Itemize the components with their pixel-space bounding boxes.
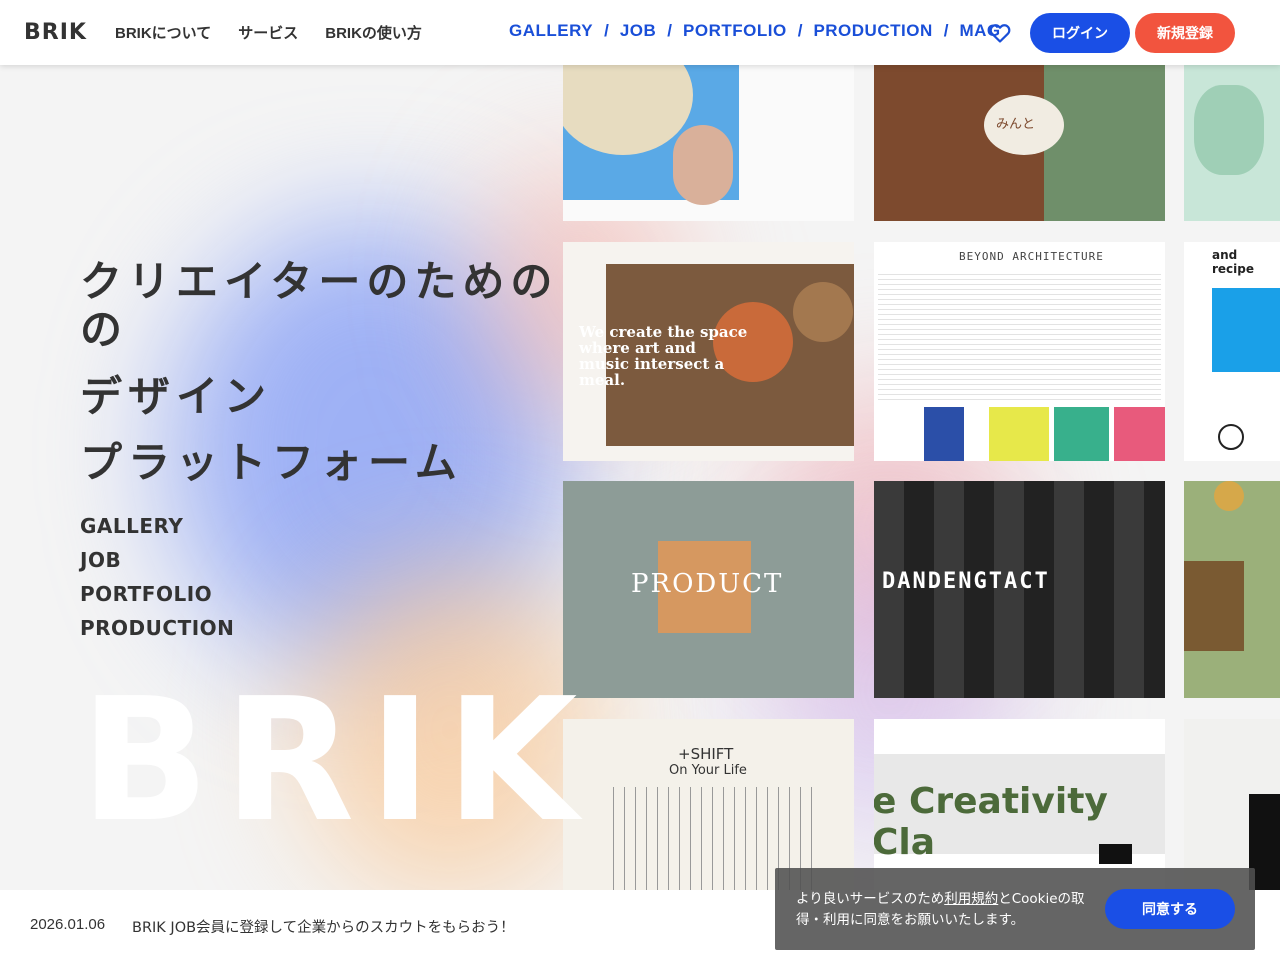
news-date: 2026.01.06 xyxy=(30,916,106,933)
nav-job[interactable]: JOB xyxy=(620,21,656,41)
tile-caption: PRODUCT xyxy=(631,569,784,599)
tile-image-thumb xyxy=(1054,407,1109,461)
nav-separator: / xyxy=(604,21,609,40)
gallery-tile[interactable]: みんと xyxy=(874,65,1165,221)
hero-links: GALLERY JOB PORTFOLIO PRODUCTION xyxy=(80,512,234,648)
nav-about[interactable]: BRIKについて xyxy=(115,22,211,43)
gallery-tile[interactable]: e Creativity Cla xyxy=(874,719,1165,890)
tile-image-text-columns xyxy=(878,274,1161,404)
tile-image-bowl xyxy=(1214,481,1244,511)
tile-caption: +SHIFT xyxy=(678,745,734,763)
signup-button[interactable]: 新規登録 xyxy=(1135,13,1235,53)
tile-image-thumb xyxy=(1114,407,1165,461)
tile-image-leaves xyxy=(1044,65,1165,221)
hero-title-line: デザイン xyxy=(80,371,273,421)
tile-image-illustration xyxy=(1194,85,1264,175)
tile-caption: On Your Life xyxy=(669,763,747,778)
site-header: BRIK BRIKについて サービス BRIKの使い方 GALLERY / JO… xyxy=(0,0,1280,65)
hero-title-line: の xyxy=(80,305,129,355)
gallery-tile[interactable]: and recipe xyxy=(1184,242,1280,461)
login-button[interactable]: ログイン xyxy=(1030,13,1130,53)
tile-image-thumb xyxy=(924,407,964,461)
nav-gallery[interactable]: GALLERY xyxy=(509,21,593,41)
hero-link-gallery[interactable]: GALLERY xyxy=(80,512,234,546)
hero-link-production[interactable]: PRODUCTION xyxy=(80,614,234,648)
cookie-text-1: より良いサービスのため xyxy=(796,891,945,907)
nav-separator: / xyxy=(667,21,673,40)
terms-link[interactable]: 利用規約 xyxy=(944,891,998,907)
nav-services[interactable]: サービス xyxy=(238,22,298,43)
news-link[interactable]: BRIK JOB会員に登録して企業からのスカウトをもらおう！ xyxy=(132,916,515,937)
hero-link-job[interactable]: JOB xyxy=(80,546,234,580)
tile-image-number-badge xyxy=(1218,424,1244,450)
brik-logo[interactable]: BRIK xyxy=(24,20,87,45)
tile-image-thumb xyxy=(989,407,1049,461)
hero-title-line: クリエイターのための xyxy=(80,257,559,306)
gallery-tile[interactable] xyxy=(1184,481,1280,698)
tile-caption: DANDENGTACT xyxy=(882,569,1050,594)
agree-button[interactable]: 同意する xyxy=(1105,889,1235,929)
tile-caption: and recipe xyxy=(1212,248,1255,276)
cookie-message: より良いサービスのため利用規約とCookieの取得・利用に同意をお願いいたします… xyxy=(796,889,1096,931)
tile-image-magazine xyxy=(1212,288,1280,372)
nav-how-to-use[interactable]: BRIKの使い方 xyxy=(325,22,422,43)
nav-separator: / xyxy=(943,21,949,40)
cookie-consent-banner: より良いサービスのため利用規約とCookieの取得・利用に同意をお願いいたします… xyxy=(775,868,1255,950)
nav-separator: / xyxy=(797,21,803,40)
gallery-tile[interactable] xyxy=(563,65,854,221)
category-nav: GALLERY / JOB / PORTFOLIO / PRODUCTION /… xyxy=(509,21,1001,41)
tile-image-button xyxy=(1099,844,1132,864)
tile-image-plate xyxy=(793,282,853,342)
primary-nav: BRIKについて サービス BRIKの使い方 xyxy=(115,22,422,43)
nav-production[interactable]: PRODUCTION xyxy=(813,21,932,41)
gallery-tile[interactable] xyxy=(1184,65,1280,221)
tile-caption: We create the space where art and music … xyxy=(579,323,748,389)
hero-title: クリエイターのための の デザイン プラットフォーム xyxy=(80,257,560,487)
gallery-tile[interactable]: BEYOND ARCHITECTURE xyxy=(874,242,1165,461)
tile-caption: BEYOND ARCHITECTURE xyxy=(959,250,1104,263)
gallery-tile[interactable]: We create the space where art and music … xyxy=(563,242,854,461)
hero-link-portfolio[interactable]: PORTFOLIO xyxy=(80,580,234,614)
heart-icon[interactable] xyxy=(988,21,1012,45)
gallery-tile[interactable]: DANDENGTACT xyxy=(874,481,1165,698)
nav-portfolio[interactable]: PORTFOLIO xyxy=(683,21,787,41)
hero-title-line: プラットフォーム xyxy=(80,437,463,487)
tile-image-whisk xyxy=(1184,561,1244,651)
gallery-tile[interactable] xyxy=(1184,719,1280,890)
hero-big-logo: BRIK xyxy=(80,662,592,860)
tile-image-hand xyxy=(673,125,733,205)
gallery-tile[interactable]: +SHIFT On Your Life xyxy=(563,719,854,890)
tile-caption: みんと xyxy=(996,117,1036,132)
gallery-tile[interactable]: PRODUCT xyxy=(563,481,854,698)
